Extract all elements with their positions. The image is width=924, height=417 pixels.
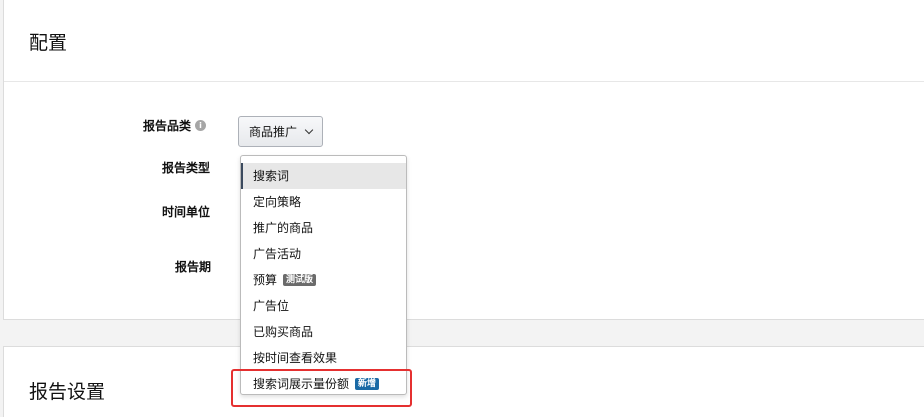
dropdown-item-label: 定向策略: [253, 195, 302, 209]
report-settings-card: 报告设置: [3, 346, 924, 417]
dropdown-item-budget[interactable]: 预算 测试版: [241, 267, 406, 293]
dropdown-item-targeting[interactable]: 定向策略: [241, 189, 406, 215]
dropdown-item-label: 预算: [253, 273, 278, 287]
dropdown-item-performance-over-time[interactable]: 按时间查看效果: [241, 345, 406, 371]
report-category-label: 报告品类 i: [143, 117, 207, 134]
dropdown-item-label: 广告位: [253, 299, 290, 313]
new-badge: 新增: [355, 377, 380, 390]
dropdown-item-purchased-products[interactable]: 已购买商品: [241, 319, 406, 345]
report-category-value: 商品推广: [249, 125, 298, 139]
dropdown-item-placement[interactable]: 广告位: [241, 293, 406, 319]
report-period-label: 报告期: [175, 260, 212, 274]
report-type-dropdown[interactable]: 搜索词 定向策略 推广的商品 广告活动 预算 测试版 广告位 已购买商品 按时间查…: [240, 155, 407, 395]
dropdown-item-advertised-products[interactable]: 推广的商品: [241, 215, 406, 241]
info-icon[interactable]: i: [195, 120, 207, 131]
config-title: 配置: [29, 32, 68, 54]
dropdown-item-label: 按时间查看效果: [253, 351, 338, 365]
dropdown-item-label: 推广的商品: [253, 221, 314, 235]
dropdown-item-label: 搜索词: [253, 169, 290, 183]
beta-badge: 测试版: [283, 273, 317, 286]
report-settings-title: 报告设置: [29, 381, 106, 403]
dropdown-item-search-terms[interactable]: 搜索词: [241, 163, 406, 189]
report-type-label: 报告类型: [162, 161, 211, 175]
report-category-select[interactable]: 商品推广: [238, 116, 324, 147]
chevron-down-icon: [304, 125, 314, 135]
dropdown-item-label: 搜索词展示量份额: [253, 377, 350, 391]
report-category-label-text: 报告品类: [143, 119, 192, 133]
dropdown-item-campaigns[interactable]: 广告活动: [241, 241, 406, 267]
dropdown-item-impression-share[interactable]: 搜索词展示量份额 新增: [241, 371, 406, 397]
dropdown-item-label: 广告活动: [253, 247, 302, 261]
time-unit-label: 时间单位: [162, 205, 211, 219]
config-header: 配置: [4, 0, 924, 82]
dropdown-item-label: 已购买商品: [253, 325, 314, 339]
config-card: 配置: [3, 0, 924, 320]
